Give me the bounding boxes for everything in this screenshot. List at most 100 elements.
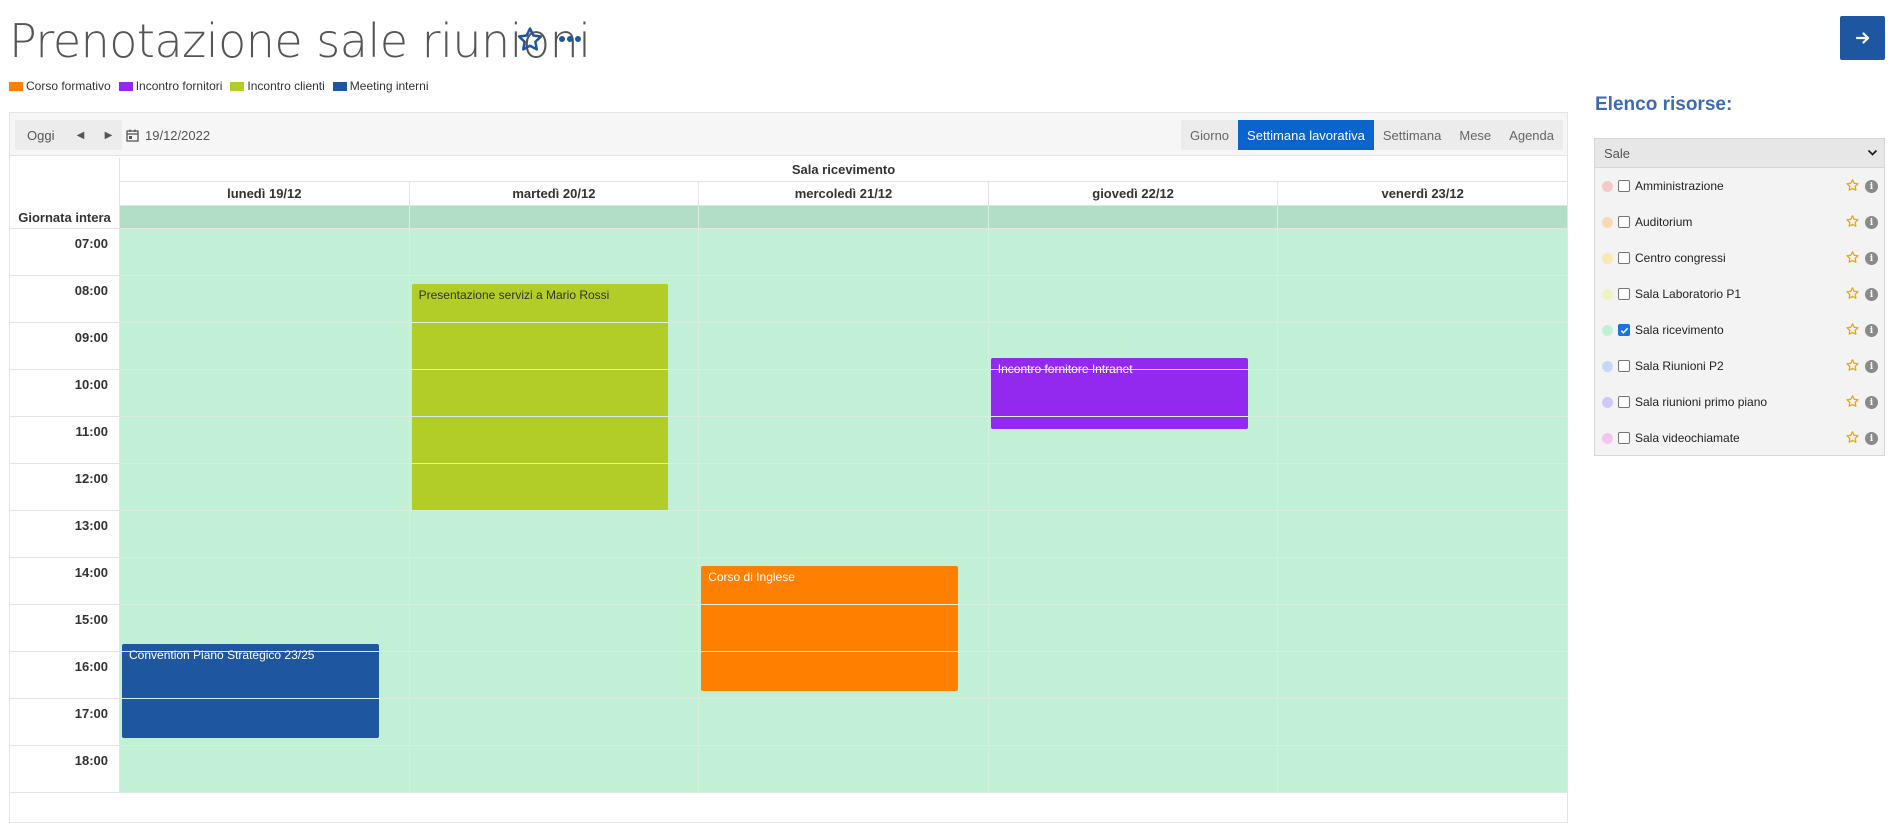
calendar-event[interactable]: Corso di Inglese bbox=[701, 565, 959, 692]
favorite-star-icon[interactable] bbox=[1845, 430, 1860, 445]
time-label: 09:00 bbox=[10, 323, 119, 370]
allday-cell[interactable] bbox=[698, 206, 988, 228]
favorite-star-icon[interactable] bbox=[1845, 394, 1860, 409]
resource-label: Sala Laboratorio P1 bbox=[1635, 287, 1742, 301]
resource-type-select[interactable]: Sale bbox=[1594, 138, 1885, 167]
legend-swatch bbox=[118, 81, 133, 91]
day-column[interactable] bbox=[1277, 229, 1567, 793]
resource-item[interactable]: Sala Laboratorio P1 i bbox=[1595, 276, 1884, 312]
legend-label: Meeting interni bbox=[349, 79, 429, 93]
day-column[interactable]: Corso di Inglese bbox=[698, 229, 988, 793]
view-workweek-button[interactable]: Settimana lavorativa bbox=[1238, 120, 1374, 150]
view-agenda-button[interactable]: Agenda bbox=[1500, 120, 1563, 150]
allday-cell[interactable] bbox=[408, 206, 699, 228]
time-label: 13:00 bbox=[10, 511, 119, 558]
resource-label: Sala Riunioni P2 bbox=[1635, 359, 1724, 373]
resource-item[interactable]: Sala Riunioni P2 i bbox=[1595, 348, 1884, 384]
legend-label: Corso formativo bbox=[26, 79, 111, 93]
previous-button[interactable]: ◀ bbox=[66, 120, 94, 150]
resources-title: Elenco risorse: bbox=[1595, 94, 1733, 115]
today-button[interactable]: Oggi bbox=[15, 120, 66, 150]
day-header[interactable]: lunedì 19/12 bbox=[119, 182, 409, 205]
date-picker[interactable]: 19/12/2022 bbox=[126, 120, 210, 150]
info-icon[interactable]: i bbox=[1865, 324, 1878, 337]
favorite-star-icon[interactable] bbox=[1845, 358, 1860, 373]
current-date: 19/12/2022 bbox=[145, 127, 211, 143]
resource-header: Sala ricevimento bbox=[119, 158, 1567, 182]
more-options-icon[interactable] bbox=[556, 28, 584, 50]
time-label: 12:00 bbox=[10, 464, 119, 511]
calendar-event[interactable]: Incontro fornitore Intranet bbox=[990, 358, 1248, 429]
allday-cell[interactable] bbox=[119, 206, 409, 228]
caret-left-icon: ◀ bbox=[76, 129, 85, 141]
calendar-event[interactable]: Presentazione servizi a Mario Rossi bbox=[411, 283, 669, 511]
info-icon[interactable]: i bbox=[1865, 360, 1878, 373]
legend-swatch bbox=[230, 81, 245, 91]
favorite-star-icon[interactable] bbox=[1845, 286, 1860, 301]
favorite-star-icon[interactable] bbox=[1845, 214, 1860, 229]
day-header[interactable]: giovedì 22/12 bbox=[987, 182, 1278, 205]
resource-item[interactable]: Auditorium i bbox=[1595, 204, 1884, 240]
day-header[interactable]: venerdì 23/12 bbox=[1277, 182, 1567, 205]
allday-label: Giornata intera bbox=[10, 206, 119, 229]
time-label: 14:00 bbox=[10, 558, 119, 605]
info-icon[interactable]: i bbox=[1865, 396, 1878, 409]
resource-checkbox[interactable] bbox=[1618, 396, 1630, 408]
resource-checkbox[interactable] bbox=[1618, 252, 1630, 264]
resource-checkbox[interactable] bbox=[1618, 216, 1630, 228]
arrow-right-icon bbox=[1855, 32, 1869, 44]
resource-checkbox[interactable] bbox=[1618, 180, 1630, 192]
navigation-group: Oggi ◀ ▶ bbox=[15, 120, 123, 150]
info-icon[interactable]: i bbox=[1865, 216, 1878, 229]
next-page-button[interactable] bbox=[1840, 16, 1885, 60]
resource-item[interactable]: Sala videochiamate i bbox=[1595, 420, 1884, 456]
time-grid: Convention Piano Strategico 23/25 Presen… bbox=[119, 229, 1567, 793]
resource-item[interactable]: Amministrazione i bbox=[1595, 168, 1884, 204]
favorite-star-icon[interactable] bbox=[1845, 322, 1860, 337]
next-button[interactable]: ▶ bbox=[94, 120, 122, 150]
day-header[interactable]: martedì 20/12 bbox=[408, 182, 699, 205]
day-header[interactable]: mercoledì 21/12 bbox=[698, 182, 988, 205]
info-icon[interactable]: i bbox=[1865, 180, 1878, 193]
info-icon[interactable]: i bbox=[1865, 432, 1878, 445]
allday-row bbox=[119, 206, 1567, 229]
resource-checkbox[interactable] bbox=[1618, 360, 1630, 372]
scheduler-toolbar: Oggi ◀ ▶ 19/12/2022 Giorno Settimana lav… bbox=[10, 113, 1567, 156]
resource-color-dot bbox=[1602, 432, 1613, 444]
view-week-button[interactable]: Settimana bbox=[1374, 120, 1451, 150]
time-label: 17:00 bbox=[10, 699, 119, 746]
calendar-event[interactable]: Convention Piano Strategico 23/25 bbox=[122, 644, 379, 739]
time-label: 07:00 bbox=[10, 229, 119, 276]
view-day-button[interactable]: Giorno bbox=[1181, 120, 1238, 150]
legend-swatch bbox=[9, 81, 23, 91]
resource-checkbox[interactable] bbox=[1618, 432, 1630, 444]
view-switcher: Giorno Settimana lavorativa Settimana Me… bbox=[1181, 120, 1563, 150]
resource-item[interactable]: Centro congressi i bbox=[1595, 240, 1884, 276]
favorite-star-icon[interactable] bbox=[1845, 178, 1860, 193]
favorite-star-icon[interactable] bbox=[1845, 250, 1860, 265]
time-label: 10:00 bbox=[10, 370, 119, 417]
resource-label: Centro congressi bbox=[1635, 251, 1726, 265]
day-column[interactable]: Convention Piano Strategico 23/25 bbox=[119, 229, 409, 793]
allday-cell[interactable] bbox=[987, 206, 1278, 228]
resource-item[interactable]: Sala ricevimento i bbox=[1595, 312, 1884, 348]
favorite-star-icon[interactable] bbox=[515, 25, 545, 55]
resource-checkbox[interactable] bbox=[1618, 324, 1630, 336]
resource-checkbox[interactable] bbox=[1618, 288, 1630, 300]
legend-label: Incontro clienti bbox=[247, 79, 325, 93]
resource-item[interactable]: Sala riunioni primo piano i bbox=[1595, 384, 1884, 420]
resource-color-dot bbox=[1602, 180, 1613, 192]
legend-item: Incontro clienti bbox=[230, 79, 325, 93]
time-label: 16:00 bbox=[10, 652, 119, 699]
allday-cell[interactable] bbox=[1277, 206, 1567, 228]
view-month-button[interactable]: Mese bbox=[1450, 120, 1500, 150]
info-icon[interactable]: i bbox=[1865, 288, 1878, 301]
day-column[interactable]: Incontro fornitore Intranet bbox=[987, 229, 1278, 793]
day-column[interactable]: Presentazione servizi a Mario Rossi bbox=[408, 229, 699, 793]
resource-label: Auditorium bbox=[1635, 215, 1693, 229]
info-icon[interactable]: i bbox=[1865, 252, 1878, 265]
legend-item: Meeting interni bbox=[332, 79, 429, 93]
time-label: 15:00 bbox=[10, 605, 119, 652]
time-gutter: 07:00 08:00 09:00 10:00 11:00 12:00 13:0… bbox=[10, 229, 119, 793]
resource-list: Amministrazione i Auditorium i Centro congre… bbox=[1594, 167, 1885, 456]
